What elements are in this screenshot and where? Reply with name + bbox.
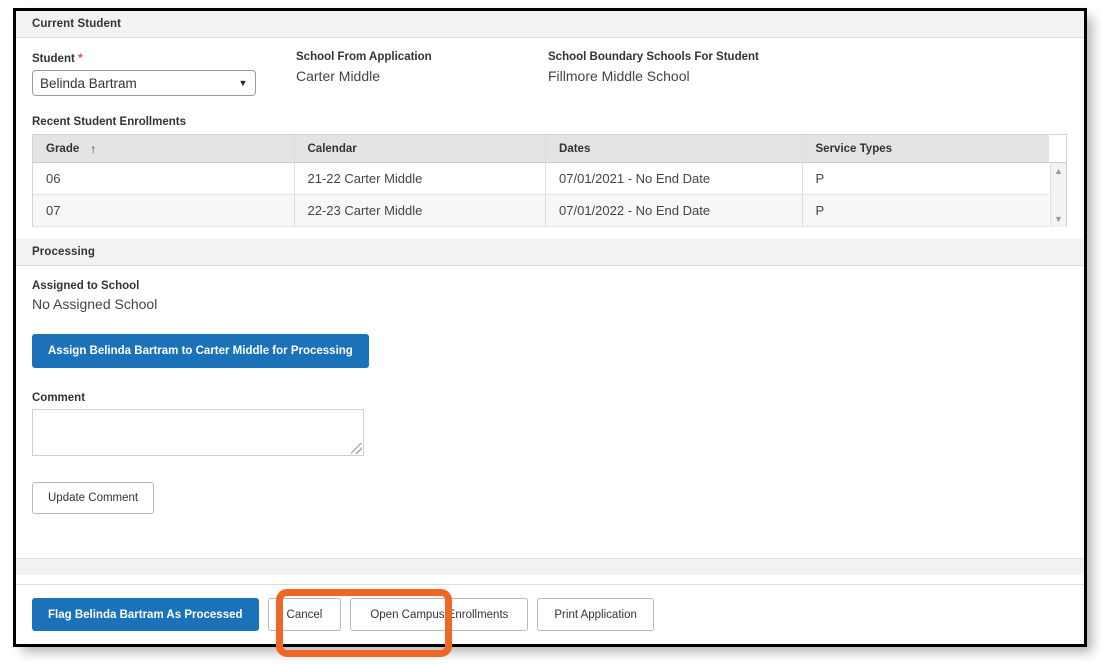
comment-label: Comment	[32, 392, 86, 404]
table-row[interactable]: 06 21-22 Carter Middle 07/01/2021 - No E…	[33, 163, 1066, 195]
update-comment-button[interactable]: Update Comment	[32, 482, 155, 514]
assigned-to-school-label: Assigned to School	[32, 280, 140, 292]
student-label: Student *	[32, 51, 296, 65]
table-row[interactable]: 07 22-23 Carter Middle 07/01/2022 - No E…	[33, 195, 1066, 227]
flag-as-processed-button[interactable]: Flag Belinda Bartram As Processed	[32, 598, 259, 631]
cell-dates: 07/01/2021 - No End Date	[546, 163, 803, 194]
assigned-to-school-value: No Assigned School	[32, 296, 158, 312]
boundary-schools-group: School Boundary Schools For Student Fill…	[548, 51, 948, 96]
cell-calendar: 22-23 Carter Middle	[295, 195, 547, 226]
form-scroll-area[interactable]: Current Student Student * Belinda Bartra…	[16, 11, 1084, 584]
processing-body: Assigned to School No Assigned School As…	[16, 266, 1084, 536]
application-window: Current Student Student * Belinda Bartra…	[13, 8, 1087, 647]
cell-calendar: 21-22 Carter Middle	[295, 163, 547, 194]
enrollments-title: Recent Student Enrollments	[32, 116, 186, 128]
scroll-up-icon[interactable]: ▲	[1051, 163, 1066, 179]
scroll-down-icon[interactable]: ▼	[1051, 211, 1066, 227]
section-header-current-student: Current Student	[16, 11, 1084, 38]
print-application-button[interactable]: Print Application	[537, 598, 654, 631]
current-student-body: Student * Belinda Bartram ▼ School From …	[16, 38, 1084, 227]
open-campus-enrollments-button[interactable]: Open Campus Enrollments	[350, 598, 529, 631]
student-select-value: Belinda Bartram	[40, 75, 137, 91]
student-field-group: Student * Belinda Bartram ▼	[32, 51, 296, 96]
student-field-row: Student * Belinda Bartram ▼ School From …	[32, 38, 1068, 100]
cell-dates: 07/01/2022 - No End Date	[546, 195, 803, 226]
cell-grade: 07	[33, 195, 295, 226]
column-header-scroll-spacer	[1049, 135, 1066, 162]
column-header-service-types-label: Service Types	[815, 142, 893, 155]
update-comment-row: Update Comment	[32, 482, 1068, 536]
comment-textarea[interactable]	[32, 409, 364, 456]
content-bottom-filler	[16, 536, 1084, 558]
column-header-grade[interactable]: Grade ↑	[33, 135, 295, 162]
chevron-down-icon: ▼	[238, 77, 248, 88]
cell-service-types: P	[815, 203, 825, 218]
enrollments-grid-scrollbar[interactable]: ▲ ▼	[1050, 163, 1066, 227]
column-header-dates-label: Dates	[559, 142, 591, 155]
school-from-application-label: School From Application	[296, 51, 432, 63]
column-header-service-types[interactable]: Service Types	[803, 135, 1050, 162]
boundary-schools-label: School Boundary Schools For Student	[548, 51, 759, 63]
cell-grade: 06	[33, 163, 295, 194]
enrollments-grid-header: Grade ↑ Calendar Dates Service Types	[33, 135, 1066, 163]
column-header-calendar[interactable]: Calendar	[295, 135, 547, 162]
required-asterisk: *	[78, 51, 83, 65]
resize-handle-icon[interactable]	[351, 443, 362, 454]
column-header-grade-label: Grade	[46, 142, 80, 155]
school-from-application-value: Carter Middle	[296, 68, 381, 84]
cell-service-types: P	[815, 171, 825, 186]
student-label-text: Student	[32, 53, 75, 65]
column-header-calendar-label: Calendar	[307, 142, 357, 155]
column-header-dates[interactable]: Dates	[546, 135, 803, 162]
section-title-processing: Processing	[32, 246, 95, 258]
student-select[interactable]: Belinda Bartram ▼	[32, 70, 256, 96]
section-header-processing: Processing	[16, 239, 1084, 266]
boundary-schools-value: Fillmore Middle School	[548, 68, 690, 84]
sort-ascending-icon: ↑	[90, 141, 97, 156]
footer-action-bar: Flag Belinda Bartram As Processed Cancel…	[16, 584, 1084, 644]
cancel-button[interactable]: Cancel	[267, 598, 342, 631]
grid-bottom-gap	[16, 227, 1084, 239]
enrollments-grid: Grade ↑ Calendar Dates Service Types 06 …	[32, 134, 1067, 227]
section-title-current-student: Current Student	[32, 18, 122, 30]
school-from-application-group: School From Application Carter Middle	[296, 51, 548, 96]
assign-for-processing-button[interactable]: Assign Belinda Bartram to Carter Middle …	[32, 334, 369, 368]
footer-divider-strip	[16, 558, 1084, 575]
